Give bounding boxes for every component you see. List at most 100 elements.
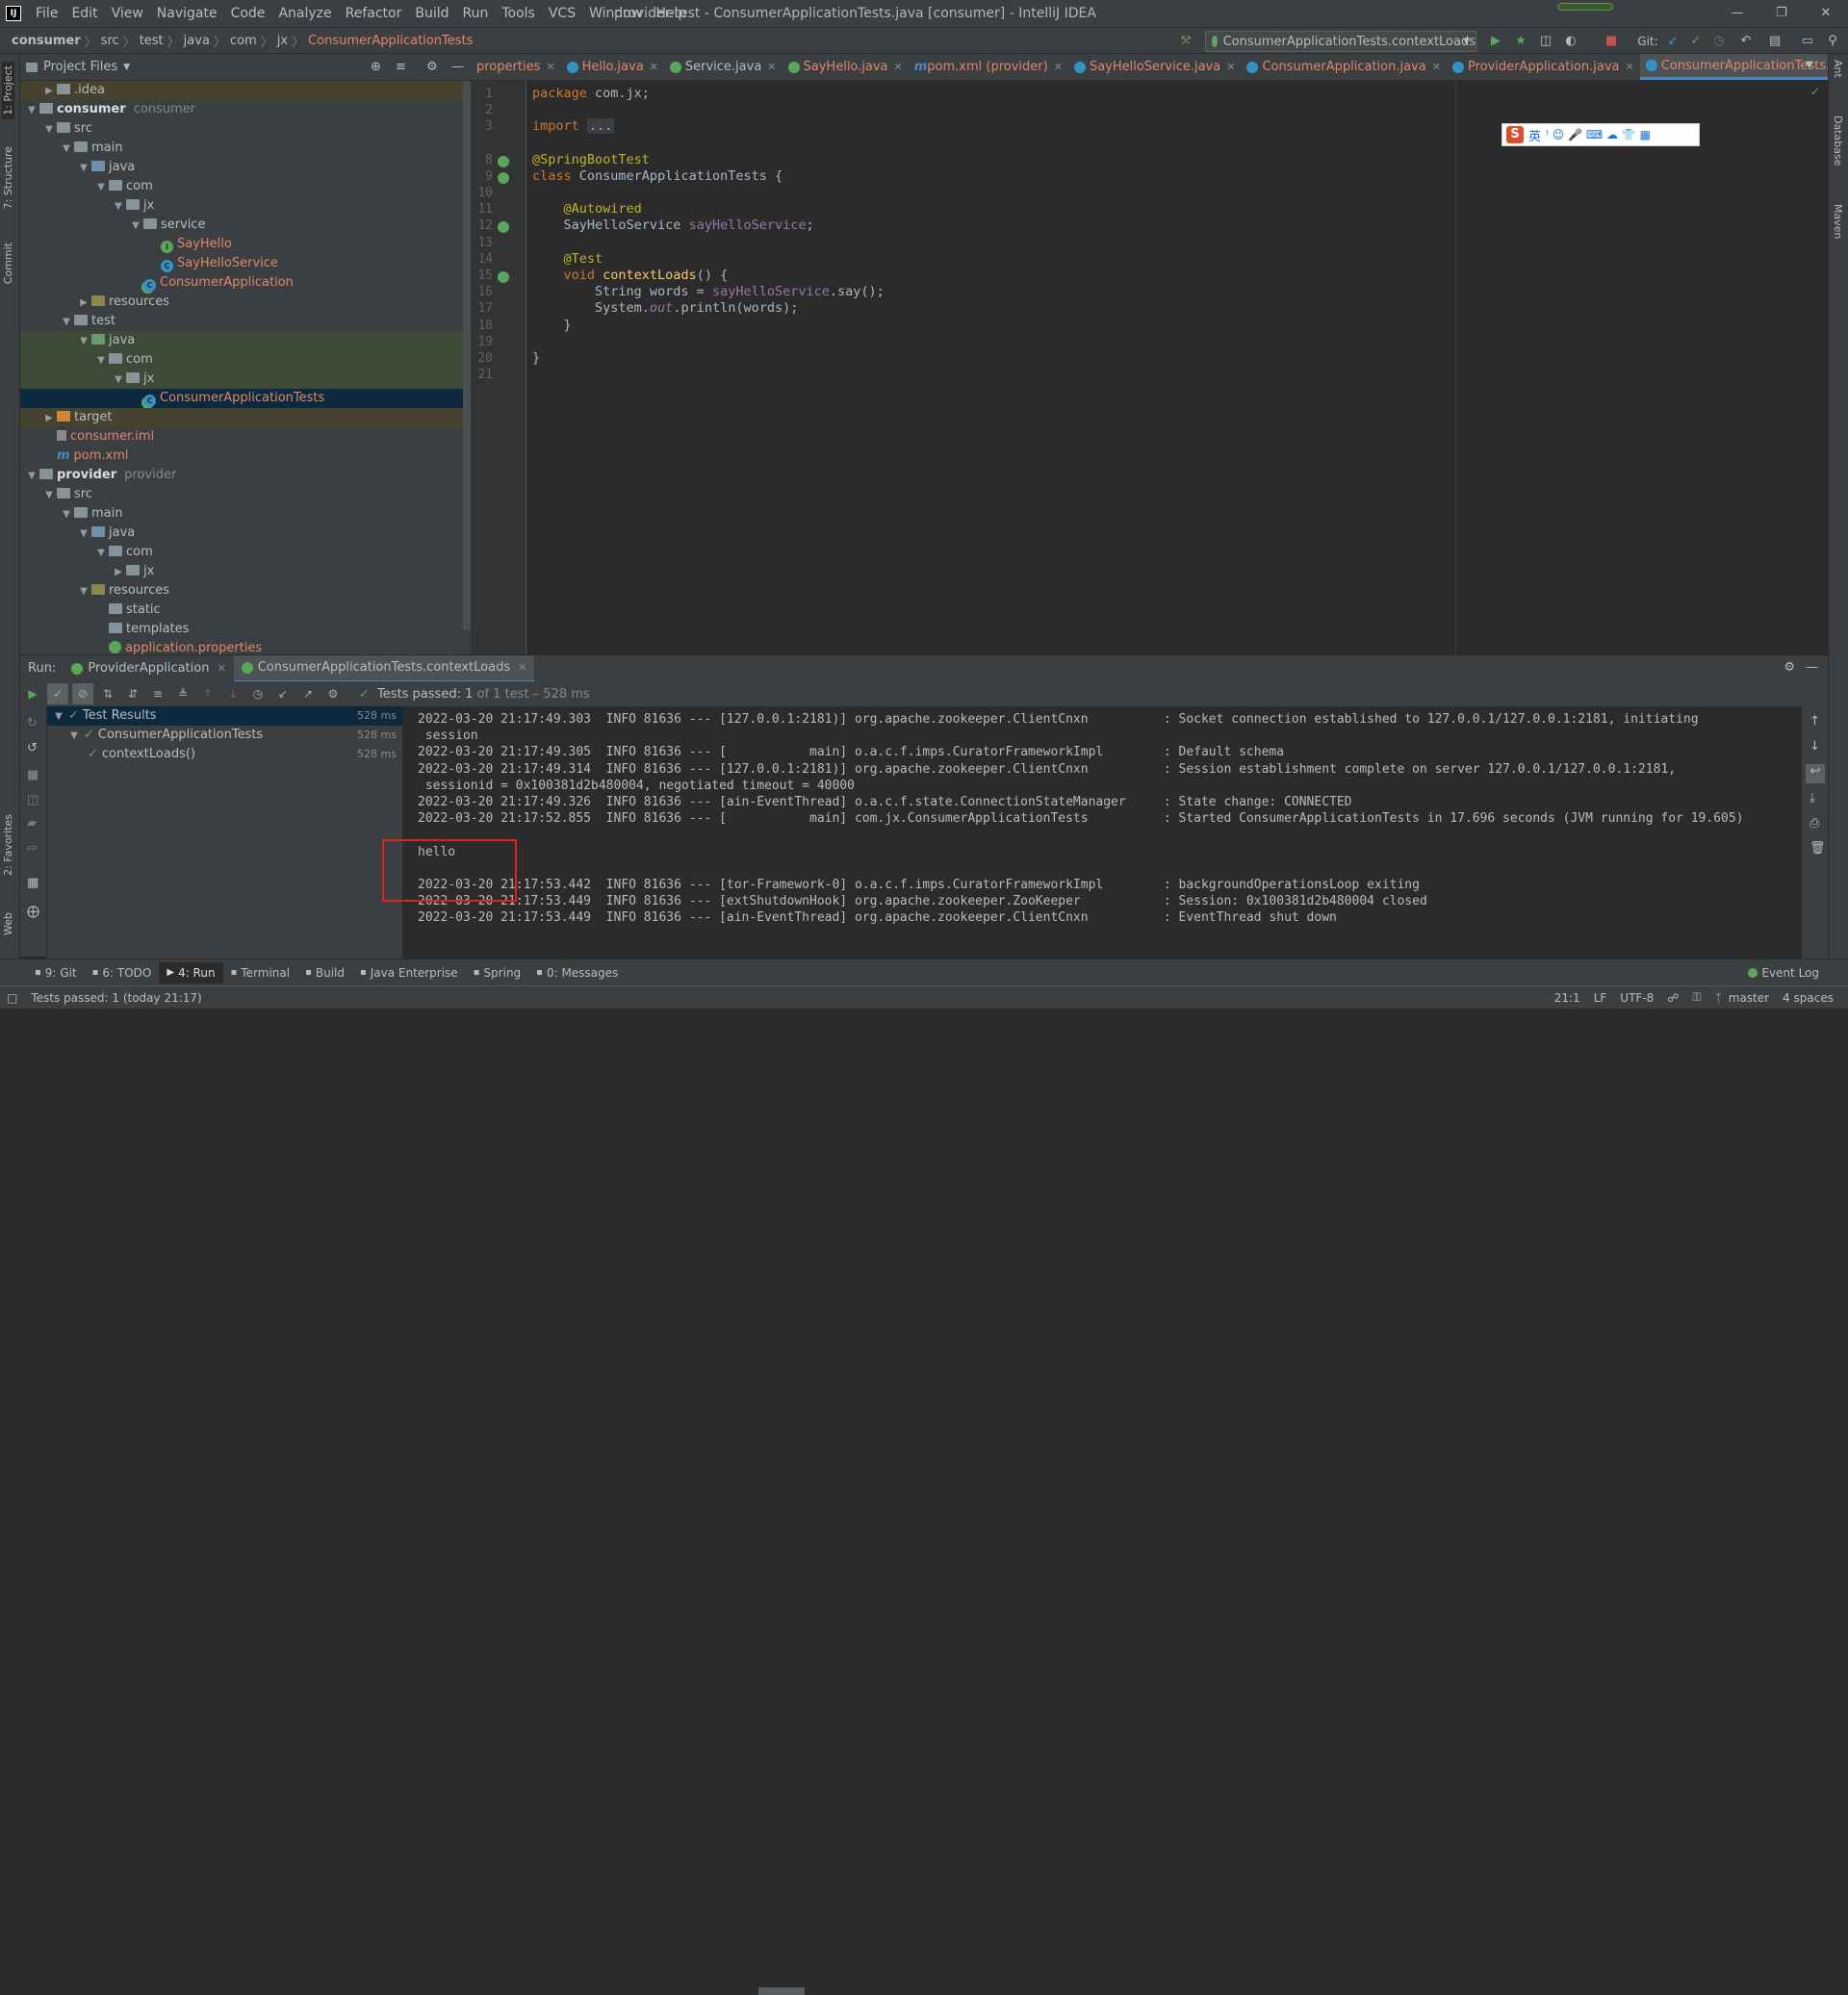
collapsed-arrow-icon[interactable]: ▶ xyxy=(113,563,124,582)
tool-tab-java-enterprise[interactable]: ▪ Java Enterprise xyxy=(352,966,466,980)
tool-tab-commit[interactable]: Commit xyxy=(2,243,14,284)
scroll-to-end-icon[interactable]: ⤓ xyxy=(1810,791,1815,806)
expanded-arrow-icon[interactable]: ▼ xyxy=(113,197,124,217)
caret-position[interactable]: 21:1 xyxy=(1548,991,1587,1005)
expanded-arrow-icon[interactable]: ▼ xyxy=(61,313,72,332)
toggle-auto-test-icon[interactable]: ↺ xyxy=(27,741,38,755)
hide-panel-icon[interactable]: — xyxy=(451,60,464,74)
prev-failed-icon[interactable]: ↑ xyxy=(197,683,218,704)
tree-item[interactable]: ▼ consumer consumer xyxy=(20,100,471,119)
horizontal-scrollbar[interactable] xyxy=(758,1987,805,1995)
collapsed-arrow-icon[interactable]: ▶ xyxy=(78,294,90,313)
expanded-arrow-icon[interactable]: ▼ xyxy=(26,101,38,120)
tool-tab-favorites[interactable]: 2: Favorites xyxy=(2,814,14,876)
tree-item[interactable]: consumer.iml xyxy=(20,427,471,447)
expanded-arrow-icon[interactable]: ▼ xyxy=(68,727,80,746)
menu-build[interactable]: Build xyxy=(408,0,455,27)
indent-setting[interactable]: 4 spaces xyxy=(1776,991,1840,1005)
collapse-all-icon[interactable]: ≜ xyxy=(172,683,193,704)
expanded-arrow-icon[interactable]: ▼ xyxy=(95,178,107,197)
scroll-down-icon[interactable]: ↓ xyxy=(1810,739,1820,754)
breadcrumb-item[interactable]: com xyxy=(226,34,261,48)
expanded-arrow-icon[interactable]: ▼ xyxy=(130,217,141,236)
menu-edit[interactable]: Edit xyxy=(64,0,104,27)
tool-tab-6-todo[interactable]: ▪ 6: TODO xyxy=(85,966,160,980)
cleanup-icon[interactable]: ▰ xyxy=(27,816,37,831)
expanded-arrow-icon[interactable]: ▼ xyxy=(78,582,90,601)
tool-tab-database[interactable]: Database xyxy=(1832,115,1844,166)
tool-tab-spring[interactable]: ▪ Spring xyxy=(466,966,529,980)
export-tests-icon[interactable]: ↗ xyxy=(297,683,319,704)
maximize-button[interactable]: ❐ xyxy=(1759,0,1804,27)
expanded-arrow-icon[interactable]: ▼ xyxy=(43,120,55,140)
settings-icon[interactable]: ⚙ xyxy=(322,683,344,704)
sort-duration-icon[interactable]: ⇵ xyxy=(122,683,143,704)
event-log-button[interactable]: Event Log xyxy=(1748,966,1819,980)
expanded-arrow-icon[interactable]: ▼ xyxy=(43,486,55,505)
test-tree-item[interactable]: ✓ contextLoads() 528 ms xyxy=(47,745,402,764)
tree-item[interactable]: ▼ jx xyxy=(20,196,471,216)
clear-all-icon[interactable]: 🗑 xyxy=(1810,841,1826,856)
autowired-bean-icon[interactable] xyxy=(498,221,509,234)
rollback-icon[interactable]: ↶ xyxy=(1736,32,1756,51)
expanded-arrow-icon[interactable]: ▼ xyxy=(61,505,72,524)
tool-tab-structure[interactable]: 7: Structure xyxy=(2,146,14,209)
debug-icon[interactable]: ★ xyxy=(1511,32,1530,51)
breadcrumb-item[interactable]: java xyxy=(180,34,214,48)
git-commit-icon[interactable]: ✓ xyxy=(1686,32,1706,51)
show-ignored-icon[interactable]: ⊘ xyxy=(72,683,93,704)
tree-item[interactable]: C SayHelloService xyxy=(20,254,471,273)
rerun-failed-icon[interactable]: ↻ xyxy=(27,716,38,730)
close-icon[interactable]: ✕ xyxy=(1625,54,1633,80)
tree-item[interactable]: ▼ resources xyxy=(20,581,471,601)
editor-tab[interactable]: m pom.xml (provider) ✕ xyxy=(909,54,1068,80)
tree-item[interactable]: ▼ java xyxy=(20,158,471,177)
close-icon[interactable]: ✕ xyxy=(767,54,776,80)
close-icon[interactable]: ✕ xyxy=(650,54,658,80)
tree-item[interactable]: ▼ com xyxy=(20,543,471,562)
test-tree-item[interactable]: ▼ ✓ Test Results 528 ms xyxy=(47,706,402,726)
git-branch[interactable]: master xyxy=(1729,991,1776,1005)
tree-item[interactable]: ▼ main xyxy=(20,504,471,524)
code-editor[interactable]: ✓ package com.jx; import ... @SpringBootTe… xyxy=(527,81,1828,654)
run-tab-provider-application[interactable]: ProviderApplication ✕ xyxy=(64,656,233,681)
breadcrumb-item[interactable]: ConsumerApplicationTests xyxy=(304,34,476,48)
expanded-arrow-icon[interactable]: ▼ xyxy=(78,524,90,544)
close-icon[interactable]: ✕ xyxy=(1432,54,1441,80)
lock-icon[interactable]: ☍ xyxy=(1660,991,1685,1005)
tool-tab-maven[interactable]: Maven xyxy=(1832,204,1844,239)
print-icon[interactable]: ⎙ xyxy=(1810,816,1819,831)
tool-tab-project[interactable]: 1: Project xyxy=(2,62,14,119)
tree-item[interactable]: ▼ service xyxy=(20,216,471,235)
breadcrumb-item[interactable]: test xyxy=(136,34,167,48)
close-icon[interactable]: ✕ xyxy=(546,54,554,80)
editor-tab[interactable]: SayHello.java ✕ xyxy=(783,54,909,80)
editor-tab[interactable]: properties ✕ xyxy=(471,54,561,80)
ime-language-toggle[interactable]: 英 xyxy=(1528,126,1541,144)
tool-tab-terminal[interactable]: ▪ Terminal xyxy=(223,966,298,980)
run-configuration-select[interactable]: ConsumerApplicationTests.contextLoads ▼ xyxy=(1205,31,1476,52)
line-separator[interactable]: LF xyxy=(1587,991,1614,1005)
import-tests-icon[interactable]: ↙ xyxy=(272,683,294,704)
collapse-all-icon[interactable]: ≡ xyxy=(396,60,406,74)
run-test-icon[interactable] xyxy=(498,271,509,283)
menu-view[interactable]: View xyxy=(105,0,150,27)
close-icon[interactable]: ✕ xyxy=(518,655,526,680)
collapsed-arrow-icon[interactable]: ▶ xyxy=(43,82,55,101)
pin-icon[interactable]: ⨁ xyxy=(27,905,39,919)
gear-icon[interactable]: ⚙ xyxy=(1784,660,1795,675)
locate-icon[interactable]: ⊕ xyxy=(371,60,381,74)
gear-icon[interactable]: ⚙ xyxy=(426,60,438,74)
status-toggle-icon[interactable]: □ xyxy=(0,991,24,1005)
tree-item[interactable]: C ConsumerApplication xyxy=(20,273,471,293)
expanded-arrow-icon[interactable]: ▼ xyxy=(78,332,90,351)
close-window-button[interactable]: ✕ xyxy=(1804,0,1848,27)
breadcrumb-item[interactable]: consumer xyxy=(8,34,85,48)
tree-item[interactable]: application.properties xyxy=(20,639,471,654)
close-icon[interactable]: ✕ xyxy=(1226,54,1235,80)
tree-item[interactable]: ▶ jx xyxy=(20,562,471,581)
tool-tab-ant[interactable]: Ant xyxy=(1832,60,1844,78)
run-tab-consumer-tests[interactable]: ConsumerApplicationTests.contextLoads ✕ xyxy=(233,654,535,682)
presentation-icon[interactable]: ▭ xyxy=(1798,32,1817,51)
menu-tools[interactable]: Tools xyxy=(495,0,542,27)
